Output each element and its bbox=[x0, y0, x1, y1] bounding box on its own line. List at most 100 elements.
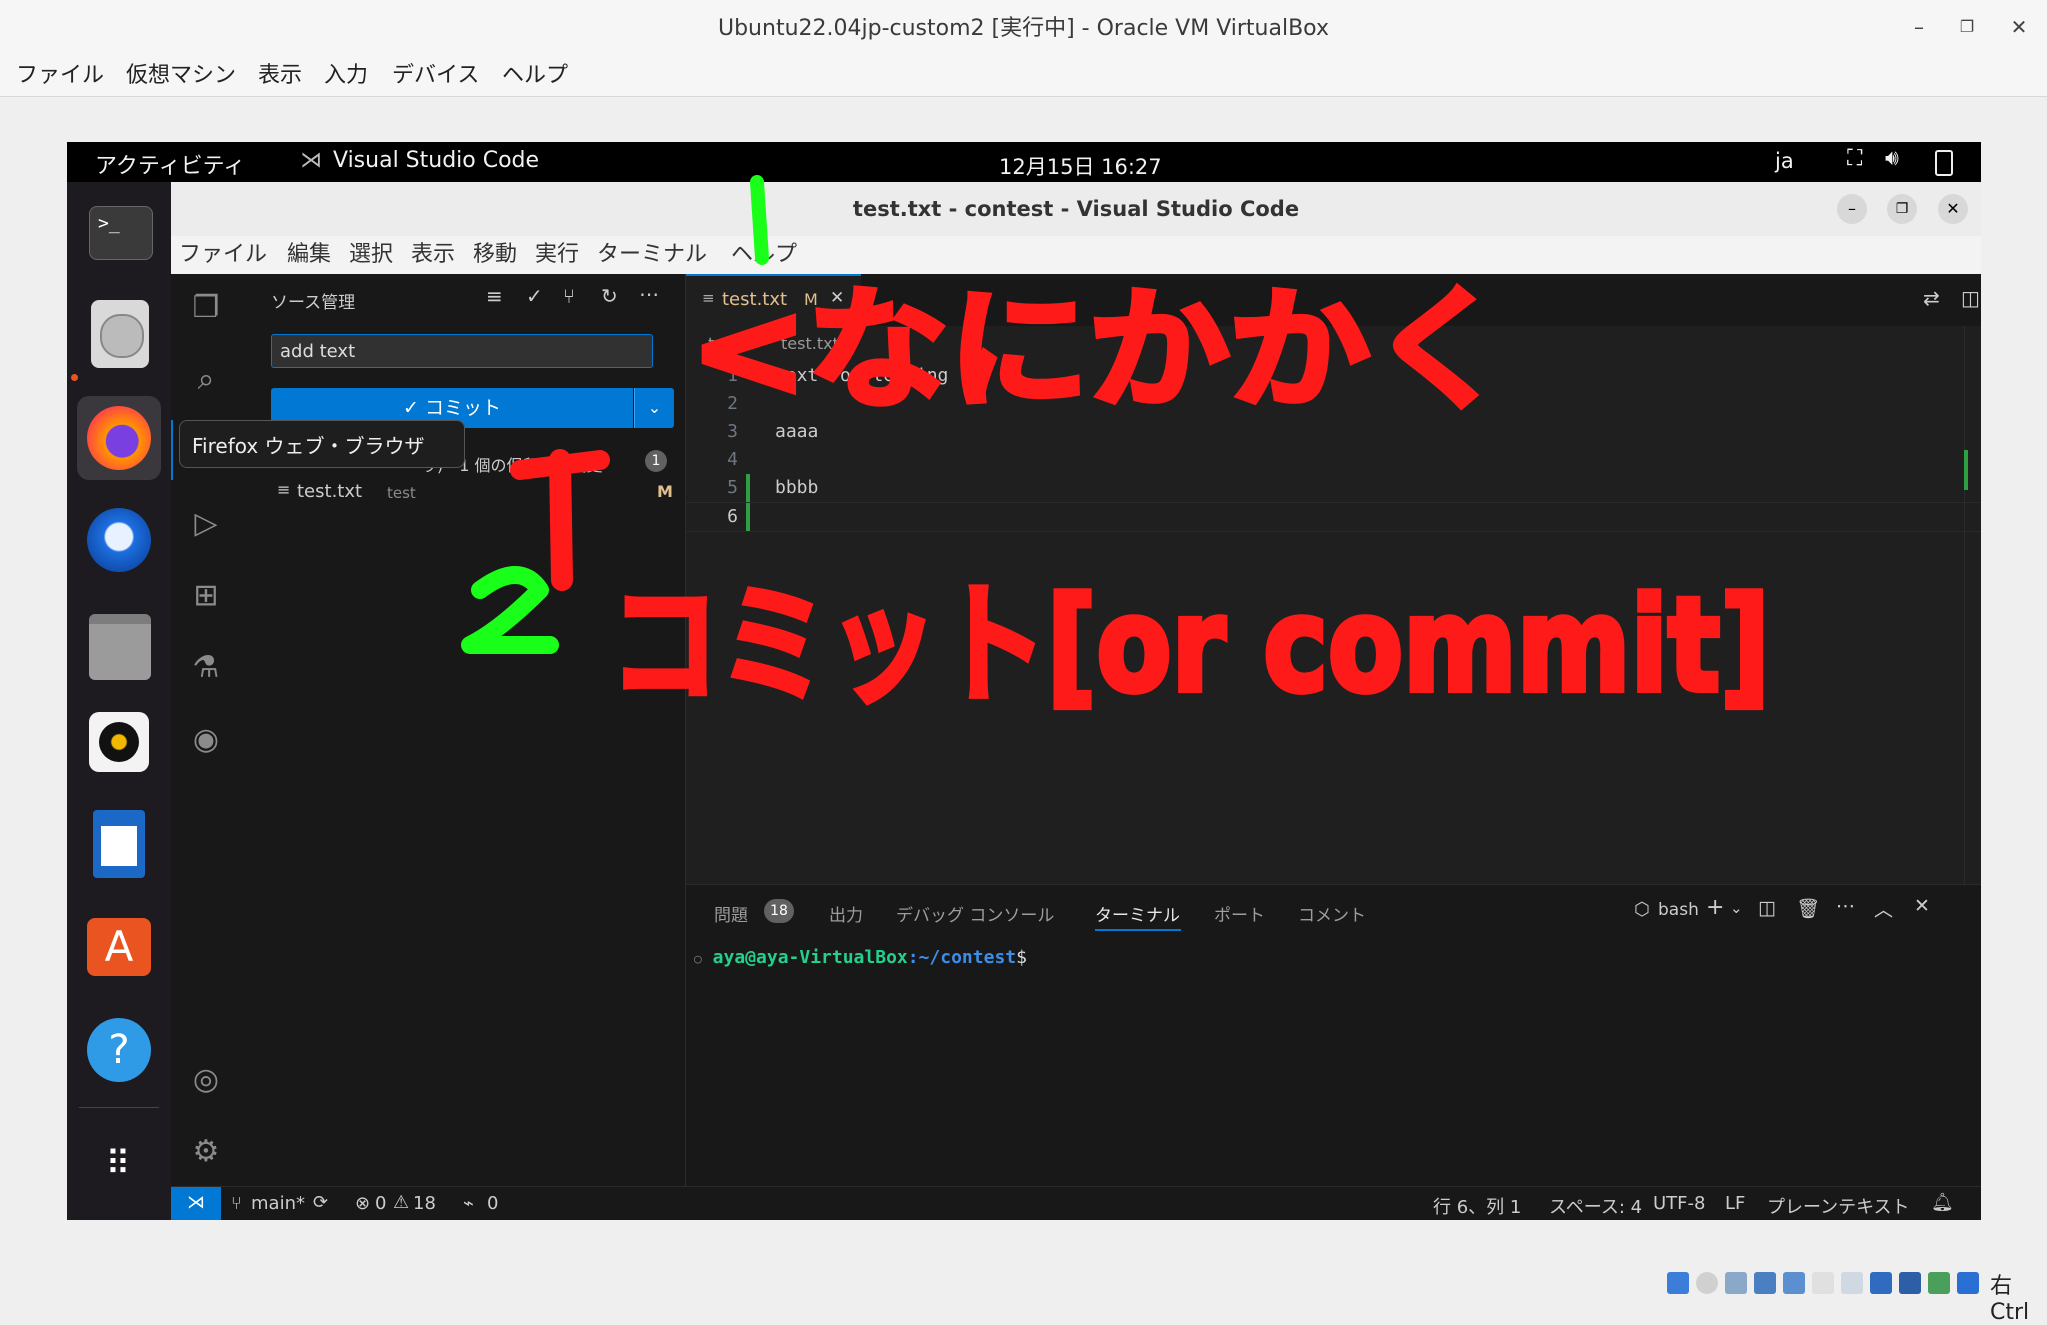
restore-button[interactable]: ❐ bbox=[1952, 12, 1982, 42]
github-icon[interactable]: ◉ bbox=[184, 718, 228, 762]
view-as-tree-icon[interactable]: ≡ bbox=[486, 284, 503, 308]
vs-menu-file[interactable]: ファイル bbox=[179, 240, 267, 270]
split-terminal-icon[interactable]: ◫ bbox=[1758, 897, 1776, 919]
sync-icon[interactable]: ⟳ bbox=[313, 1192, 328, 1213]
dock-software[interactable]: A bbox=[77, 906, 161, 990]
activities-button[interactable]: アクティビティ bbox=[95, 148, 245, 180]
run-debug-icon[interactable]: ▷ bbox=[184, 502, 228, 546]
vb-menu-view[interactable]: 表示 bbox=[258, 60, 302, 92]
hard-disk-icon[interactable] bbox=[1667, 1272, 1689, 1294]
panel-tab-problems[interactable]: 問題 bbox=[714, 901, 748, 926]
vb-menu-input[interactable]: 入力 bbox=[324, 60, 368, 92]
terminal-output[interactable]: ○ aya@aya-VirtualBox:~/contest$ bbox=[694, 947, 1027, 968]
breadcrumb-file[interactable]: test.txt bbox=[781, 334, 839, 353]
dock-disk-usage[interactable] bbox=[77, 294, 161, 378]
dock-writer[interactable] bbox=[77, 804, 161, 888]
panel-tab-comments[interactable]: コメント bbox=[1298, 901, 1366, 926]
vscode-minimize-button[interactable]: – bbox=[1837, 194, 1867, 224]
battery-icon[interactable] bbox=[1935, 150, 1953, 176]
testing-icon[interactable]: ⚗ bbox=[184, 646, 228, 690]
vb-menu-file[interactable]: ファイル bbox=[16, 60, 104, 92]
panel-more-icon[interactable]: ⋯ bbox=[1836, 895, 1855, 917]
minimize-button[interactable]: – bbox=[1904, 12, 1934, 42]
ports-count[interactable]: 0 bbox=[487, 1193, 498, 1214]
refresh-icon[interactable]: ↻ bbox=[601, 284, 618, 308]
vs-menu-view[interactable]: 表示 bbox=[411, 240, 455, 270]
show-apps-grid-icon[interactable]: ⠿ bbox=[77, 1122, 161, 1206]
panel-tab-ports[interactable]: ポート bbox=[1214, 901, 1265, 926]
vb-menu-machine[interactable]: 仮想マシン bbox=[126, 60, 236, 92]
explorer-icon[interactable]: ❐ bbox=[184, 286, 228, 330]
kill-terminal-icon[interactable]: 🗑︎ bbox=[1796, 897, 1820, 920]
breadcrumb-folder[interactable]: test bbox=[708, 334, 739, 353]
tab-close-icon[interactable]: ✕ bbox=[830, 288, 844, 308]
dock-terminal[interactable]: >_ bbox=[77, 192, 161, 276]
vb-menu-help[interactable]: ヘルプ bbox=[502, 60, 568, 92]
maximize-panel-icon[interactable]: ︿ bbox=[1874, 895, 1893, 922]
dock-thunderbird[interactable] bbox=[77, 498, 161, 582]
panel-tab-terminal[interactable]: ターミナル bbox=[1095, 901, 1180, 926]
vs-menu-run[interactable]: 実行 bbox=[535, 240, 579, 270]
terminal-dropdown-chevron-icon[interactable]: ⌄ bbox=[1730, 899, 1743, 917]
video-capture-icon[interactable] bbox=[1870, 1272, 1892, 1294]
manage-gear-icon[interactable]: ⚙ bbox=[184, 1130, 228, 1174]
language-mode[interactable]: プレーンテキスト bbox=[1767, 1193, 1910, 1219]
dock-help[interactable]: ? bbox=[77, 1008, 161, 1092]
new-terminal-icon[interactable]: + bbox=[1706, 895, 1724, 920]
vs-menu-terminal[interactable]: ターミナル bbox=[597, 240, 707, 270]
panel-tab-debug-console[interactable]: デバッグ コンソール bbox=[896, 901, 1054, 926]
cpu-icon[interactable] bbox=[1928, 1272, 1950, 1294]
vscode-close-button[interactable]: ✕ bbox=[1938, 194, 1968, 224]
gnome-top-bar: アクティビティ ⋊ Visual Studio Code 12月15日 16:2… bbox=[67, 142, 1981, 182]
editor-scrollbar[interactable] bbox=[1964, 326, 1981, 884]
dock-firefox[interactable] bbox=[77, 396, 161, 480]
network-icon[interactable]: ⛶ bbox=[1847, 146, 1862, 171]
open-changes-icon[interactable]: ⇄ bbox=[1923, 286, 1940, 310]
panel-tab-output[interactable]: 出力 bbox=[829, 901, 863, 926]
warning-count[interactable]: 18 bbox=[413, 1193, 436, 1214]
close-panel-icon[interactable]: ✕ bbox=[1914, 895, 1930, 917]
audio-icon[interactable] bbox=[1725, 1272, 1747, 1294]
vs-menu-selection[interactable]: 選択 bbox=[349, 240, 393, 270]
clock[interactable]: 12月15日 16:27 bbox=[999, 151, 1162, 181]
vscode-restore-button[interactable]: ❐ bbox=[1887, 194, 1917, 224]
dock-files[interactable] bbox=[77, 600, 161, 684]
search-icon[interactable]: ⌕ bbox=[184, 358, 228, 402]
input-method-indicator[interactable]: ja bbox=[1775, 149, 1794, 173]
accounts-icon[interactable]: ◎ bbox=[184, 1058, 228, 1102]
network-icon[interactable] bbox=[1754, 1272, 1776, 1294]
cursor-position[interactable]: 行 6、列 1 bbox=[1433, 1193, 1521, 1219]
keyboard-capture-icon[interactable] bbox=[1957, 1272, 1979, 1294]
mouse-integration-icon[interactable] bbox=[1899, 1272, 1921, 1294]
close-button[interactable]: ✕ bbox=[2004, 12, 2034, 42]
terminal-shell-name[interactable]: bash bbox=[1658, 900, 1699, 920]
notifications-bell-icon[interactable]: 🔔︎ bbox=[1931, 1192, 1954, 1213]
encoding[interactable]: UTF-8 bbox=[1653, 1193, 1705, 1214]
extensions-icon[interactable]: ⊞ bbox=[184, 574, 228, 618]
host-key-label: 右 Ctrl bbox=[1990, 1274, 2030, 1325]
shared-folder-icon[interactable] bbox=[1812, 1272, 1834, 1294]
display-icon[interactable] bbox=[1841, 1272, 1863, 1294]
vs-menu-edit[interactable]: 編集 bbox=[287, 240, 331, 270]
more-actions-icon[interactable]: ⋯ bbox=[639, 282, 659, 306]
volume-icon[interactable]: 🔊︎ bbox=[1885, 146, 1899, 171]
end-of-line[interactable]: LF bbox=[1725, 1193, 1745, 1214]
vs-menu-go[interactable]: 移動 bbox=[473, 240, 517, 270]
remote-indicator-icon[interactable]: ⋊ bbox=[171, 1187, 221, 1220]
dock-rhythmbox[interactable] bbox=[77, 702, 161, 786]
editor-tab-test-txt[interactable]: ≡ test.txt M ✕ bbox=[686, 274, 861, 326]
commit-message-input[interactable] bbox=[271, 334, 653, 368]
vb-menu-devices[interactable]: デバイス bbox=[392, 60, 479, 92]
error-count[interactable]: 0 bbox=[375, 1193, 386, 1214]
commit-check-icon[interactable]: ✓ bbox=[526, 284, 543, 308]
indentation[interactable]: スペース: 4 bbox=[1549, 1193, 1642, 1219]
usb-icon[interactable] bbox=[1783, 1272, 1805, 1294]
focused-app-menu[interactable]: Visual Studio Code bbox=[333, 148, 539, 173]
optical-drive-icon[interactable] bbox=[1696, 1272, 1718, 1294]
vs-menu-help[interactable]: ヘルプ bbox=[731, 240, 797, 270]
changed-file-name[interactable]: test.txt bbox=[297, 481, 362, 502]
split-editor-icon[interactable]: ◫ bbox=[1961, 286, 1980, 310]
create-pr-icon[interactable]: ⑂ bbox=[563, 284, 575, 308]
commit-dropdown-chevron-icon[interactable]: ⌄ bbox=[634, 388, 674, 428]
branch-name[interactable]: main* bbox=[251, 1193, 305, 1214]
